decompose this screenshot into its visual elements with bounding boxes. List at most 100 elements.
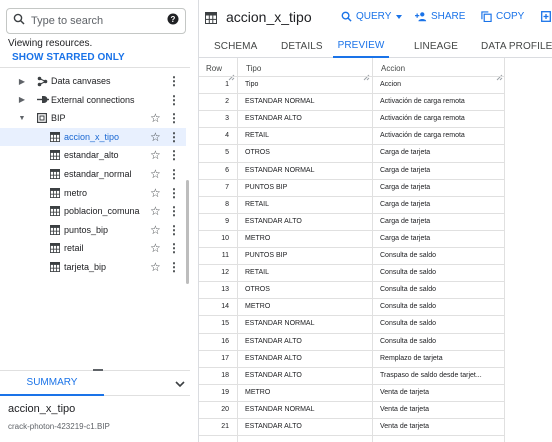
- tree-item[interactable]: estandar_alto ☆ ⋮: [0, 146, 186, 164]
- star-icon[interactable]: ☆: [150, 187, 161, 199]
- tree-item[interactable]: puntos_bip ☆ ⋮: [0, 221, 186, 239]
- row-number-cell: 1: [225, 81, 229, 88]
- more-options-icon[interactable]: ⋮: [168, 149, 180, 161]
- tree-item[interactable]: accion_x_tipo ☆ ⋮: [0, 127, 186, 146]
- accion-cell: Venta de tarjeta: [380, 405, 430, 413]
- row-number-cell: 3: [225, 115, 229, 123]
- tab-data-profile[interactable]: DATA PROFILE: [481, 34, 552, 58]
- query-button-label: QUERY: [356, 11, 392, 22]
- row-number-cell: 12: [221, 269, 229, 277]
- more-options-icon[interactable]: ⋮: [168, 112, 180, 124]
- preview-table: Row Tipo Accion 1 Tipo Accion 2 ESTANDAR NOR…: [199, 58, 552, 442]
- tree-item[interactable]: poblacion_comuna ☆ ⋮: [0, 202, 186, 220]
- copy-icon: [481, 11, 492, 22]
- tree-item-label: accion_x_tipo: [64, 131, 120, 142]
- tree-item-label: estandar_alto: [64, 150, 119, 161]
- tree-item-label: estandar_normal: [64, 169, 132, 179]
- more-options-icon[interactable]: ⋮: [168, 187, 180, 199]
- table-icon: [50, 131, 60, 142]
- caret-right-icon[interactable]: ▶: [17, 77, 27, 86]
- tipo-cell: METRO: [245, 234, 271, 242]
- viewing-resources-text: Viewing resources.: [8, 38, 93, 49]
- search-icon: [13, 12, 25, 30]
- row-divider: [199, 247, 504, 248]
- more-options-icon[interactable]: ⋮: [168, 224, 180, 236]
- query-button[interactable]: QUERY: [341, 11, 403, 22]
- more-options-icon[interactable]: ⋮: [168, 168, 180, 180]
- share-button[interactable]: SHARE: [415, 11, 465, 22]
- page-title: accion_x_tipo: [226, 9, 312, 25]
- tipo-cell: ESTANDAR ALTO: [245, 115, 302, 123]
- row-divider: [199, 76, 504, 77]
- column-resize-handle[interactable]: [496, 68, 503, 81]
- accion-cell: Venta de tarjeta: [380, 388, 430, 396]
- accion-cell: Venta de tarjeta: [380, 423, 430, 430]
- tab-schema[interactable]: SCHEMA: [214, 34, 257, 58]
- star-icon[interactable]: ☆: [150, 112, 161, 124]
- star-icon[interactable]: ☆: [150, 261, 161, 273]
- star-icon[interactable]: ☆: [150, 242, 161, 254]
- accion-cell: Remplazo de tarjeta: [380, 354, 443, 362]
- more-options-icon[interactable]: ⋮: [168, 75, 180, 87]
- table-view: accion_x_tipo QUERY SHARE COPY SCHEMA DE…: [199, 0, 552, 442]
- row-divider: [199, 418, 504, 419]
- tree-item[interactable]: ▶ External connections ⋮: [0, 91, 186, 109]
- tab-preview[interactable]: PREVIEW: [333, 34, 389, 58]
- more-options-icon[interactable]: ⋮: [168, 242, 180, 254]
- save-snapshot-button[interactable]: [541, 11, 552, 22]
- summary-subtitle: crack-photon-423219-c1.BIP: [8, 422, 110, 431]
- caret-down-icon[interactable]: ▼: [17, 115, 27, 122]
- column-resize-handle[interactable]: [363, 68, 370, 81]
- external-connection-icon: [37, 95, 49, 104]
- scrollbar-track: [190, 64, 193, 286]
- copy-button-label: COPY: [496, 11, 525, 22]
- accion-cell: Carga de tarjeta: [380, 217, 431, 225]
- row-number-cell: 6: [225, 166, 229, 174]
- tree-item[interactable]: retail ☆ ⋮: [0, 239, 186, 257]
- summary-tab[interactable]: SUMMARY: [0, 371, 104, 396]
- accion-cell: Consulta de saldo: [380, 303, 437, 311]
- tipo-cell: ESTANDAR NORMAL: [245, 166, 315, 174]
- scrollbar-thumb[interactable]: [186, 180, 189, 284]
- tipo-cell: RETAIL: [245, 200, 269, 208]
- tipo-cell: ESTANDAR ALTO: [245, 217, 302, 225]
- tree-item[interactable]: ▼ BIP ☆ ⋮: [0, 109, 186, 127]
- star-icon[interactable]: ☆: [150, 131, 161, 143]
- row-number-cell: 16: [221, 337, 229, 345]
- row-number-cell: 15: [221, 320, 229, 328]
- caret-right-icon[interactable]: ▶: [17, 95, 27, 104]
- row-number-cell: 10: [221, 234, 229, 242]
- accion-cell: Consulta de saldo: [380, 269, 437, 277]
- tree-item[interactable]: metro ☆ ⋮: [0, 184, 186, 202]
- star-icon[interactable]: ☆: [150, 224, 161, 236]
- more-options-icon[interactable]: ⋮: [168, 261, 180, 273]
- help-icon[interactable]: ?: [167, 12, 179, 30]
- tipo-cell: ESTANDAR NORMAL: [245, 405, 315, 413]
- more-options-icon[interactable]: ⋮: [168, 131, 180, 143]
- tree-item[interactable]: tarjeta_bip ☆ ⋮: [0, 258, 186, 276]
- explorer-search-field[interactable]: Type to search ?: [6, 8, 186, 34]
- copy-button[interactable]: COPY: [481, 11, 524, 22]
- star-icon[interactable]: ☆: [150, 168, 161, 180]
- row-divider: [199, 264, 504, 266]
- accion-cell: Activación de carga remota: [380, 115, 465, 123]
- tree-item-label: BIP: [51, 113, 66, 124]
- column-resize-handle[interactable]: [228, 68, 235, 81]
- tree-item[interactable]: ▶ Data canvases ⋮: [0, 72, 186, 90]
- star-icon[interactable]: ☆: [150, 205, 161, 217]
- tab-details[interactable]: DETAILS: [281, 34, 323, 58]
- chevron-down-icon[interactable]: [174, 377, 186, 395]
- row-divider: [199, 178, 504, 180]
- search-icon: [341, 11, 352, 22]
- table-icon: [50, 243, 60, 254]
- more-options-icon[interactable]: ⋮: [168, 94, 180, 106]
- search-placeholder[interactable]: Type to search: [31, 15, 167, 27]
- row-divider: [199, 315, 504, 317]
- tab-lineage[interactable]: LINEAGE: [414, 34, 458, 58]
- row-divider: [199, 400, 504, 402]
- star-icon[interactable]: ☆: [150, 149, 161, 161]
- show-starred-only-button[interactable]: SHOW STARRED ONLY: [12, 52, 125, 63]
- more-options-icon[interactable]: ⋮: [168, 205, 180, 217]
- table-icon: [50, 262, 60, 272]
- tree-item[interactable]: estandar_normal ☆ ⋮: [0, 165, 186, 183]
